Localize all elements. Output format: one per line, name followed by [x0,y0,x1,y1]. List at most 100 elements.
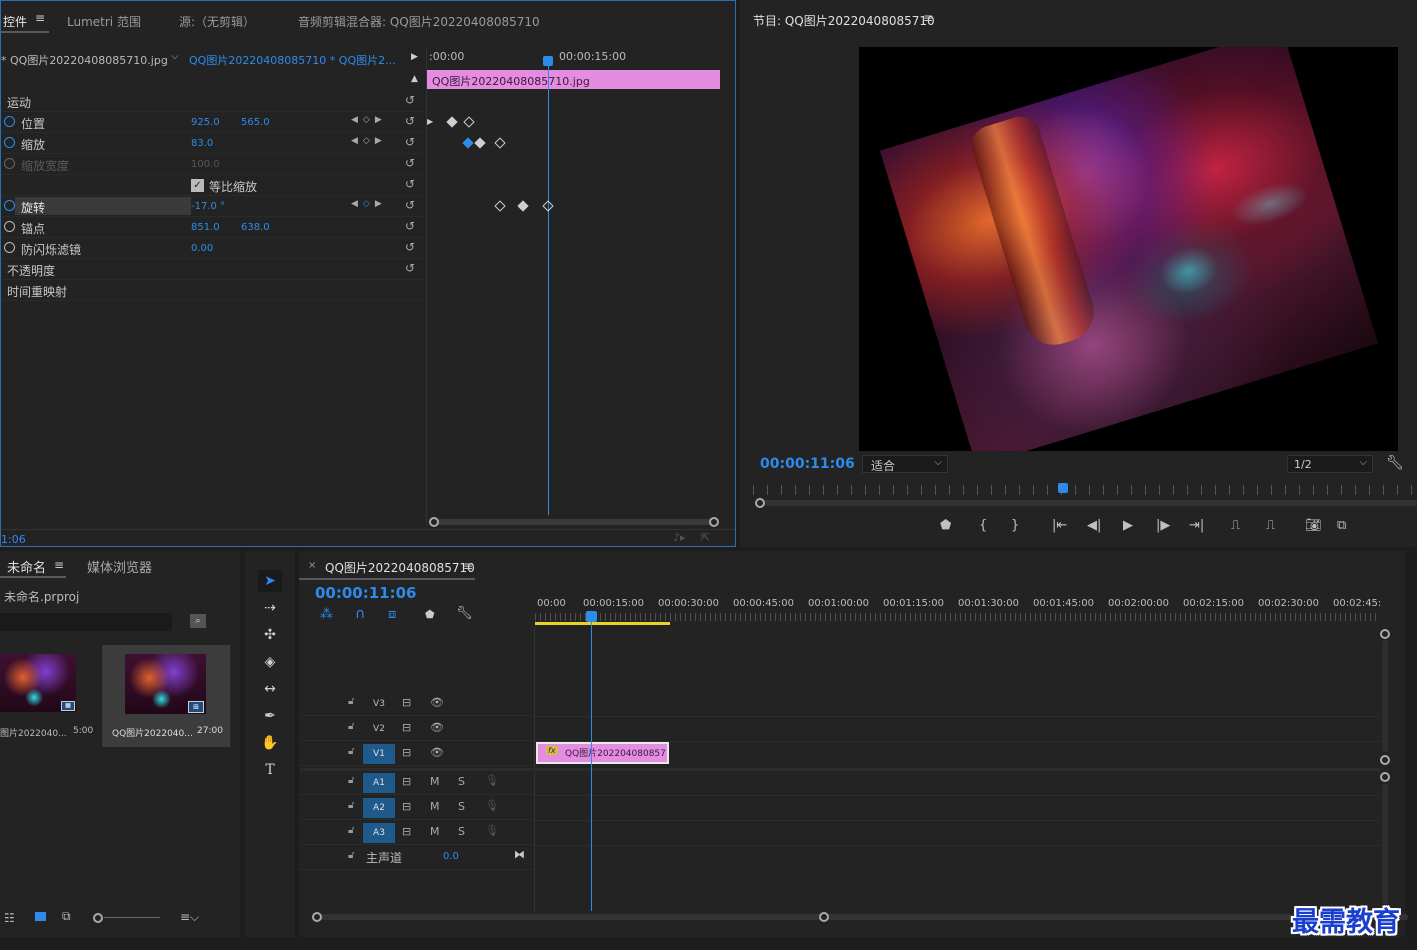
vscroll-mid-handle[interactable] [1380,755,1390,765]
lock-icon[interactable]: 🔓︎ [348,775,354,786]
play-only-icon[interactable]: ▶ [411,52,418,62]
chevron-down-icon[interactable]: ⌵ [171,51,179,62]
linked-selection-icon[interactable]: ⧈ [388,607,396,622]
ripple-edit-tool-icon[interactable]: ✣ [258,624,282,646]
keyframe-nav-icon[interactable]: ◀◇▶ [351,136,387,146]
scroll-handle-right[interactable] [819,912,829,922]
lock-icon[interactable]: 🔓︎ [348,800,354,811]
camera-icon[interactable]: 📷︎ [1305,518,1322,533]
program-timecode[interactable]: 00:00:11:06 [760,456,855,472]
tab-lumetri-scopes[interactable]: Lumetri 范围 [67,13,141,30]
anti-flicker-value[interactable]: 0.00 [191,243,213,254]
extract-icon[interactable]: ⎍ [1266,518,1275,533]
keyframe-nav-icon[interactable]: ◀◇▶ [351,115,387,125]
mark-in-icon[interactable]: { [979,518,987,533]
lock-icon[interactable]: 🔓︎ [348,850,354,861]
collapse-icon[interactable]: ▲ [411,74,418,84]
vscroll-audio-handle[interactable] [1380,772,1390,782]
position-y-value[interactable]: 565.0 [241,117,270,128]
microphone-icon[interactable]: 🎙︎ [485,824,499,837]
add-marker-icon[interactable]: ⬟ [940,518,951,533]
solo-button[interactable]: S [458,825,465,838]
sync-lock-icon[interactable]: ⊟ [402,825,411,838]
timeline-clip[interactable]: fx QQ图片202204080857 [536,742,669,764]
scroll-handle-left[interactable] [755,498,765,508]
scroll-handle-right[interactable] [709,517,719,527]
scroll-handle-left[interactable] [429,517,439,527]
selection-tool-icon[interactable]: ➤ [258,570,282,592]
project-item-1[interactable]: ▦ 图片2022040... 5:00 [0,646,100,746]
lock-icon[interactable]: 🔓︎ [348,746,354,757]
eye-icon[interactable]: 👁︎ [430,721,444,734]
mute-button[interactable]: M [430,800,440,813]
timeline-timecode[interactable]: 00:00:11:06 [315,584,417,602]
track-name[interactable]: A3 [363,823,395,843]
stopwatch-icon[interactable] [4,116,15,127]
program-playhead[interactable] [1058,483,1068,493]
microphone-icon[interactable]: 🎙︎ [485,774,499,787]
wrench-icon[interactable]: 🔧︎ [1386,455,1404,471]
master-volume-value[interactable]: 0.0 [443,851,459,862]
keyframe-icon[interactable] [462,137,474,149]
audio-loop-icon[interactable]: ♪▸ [673,531,686,544]
keyframe-icon[interactable] [517,200,529,212]
solo-button[interactable]: S [458,775,465,788]
keyframe-icon[interactable] [474,137,486,149]
tab-project[interactable]: 未命名 [7,557,46,576]
scroll-handle-left[interactable] [312,912,322,922]
reset-icon[interactable]: ↺ [405,261,415,275]
work-area-bar[interactable] [535,622,670,625]
program-monitor-title[interactable]: 节目: QQ图片20220408085710 [753,12,935,29]
sync-lock-icon[interactable]: ⊟ [402,775,411,788]
microphone-icon[interactable]: 🎙︎ [485,799,499,812]
track-name[interactable]: A2 [363,798,395,818]
play-icon[interactable]: ▶ [1123,518,1133,533]
lift-icon[interactable]: ⎍ [1231,518,1240,533]
timeline-playhead-handle[interactable] [586,611,597,622]
timeline-title[interactable]: QQ图片20220408085710 [325,559,475,576]
stopwatch-icon[interactable] [4,200,15,211]
slip-tool-icon[interactable]: ↔ [258,678,282,700]
stopwatch-icon[interactable] [4,242,15,253]
lock-icon[interactable]: 🔓︎ [348,825,354,836]
keyframe-icon[interactable] [494,200,506,212]
reset-icon[interactable]: ↺ [405,114,415,128]
mute-button[interactable]: M [430,775,440,788]
stopwatch-icon[interactable] [4,137,15,148]
track-name[interactable]: V3 [363,694,395,714]
project-item-2[interactable]: ⊞ QQ图片2022040... 27:00 [102,645,230,747]
mute-button[interactable]: M [430,825,440,838]
stopwatch-icon[interactable] [4,221,15,232]
pen-tool-icon[interactable]: ✒ [258,705,282,727]
sync-lock-icon[interactable]: ⊟ [402,800,411,813]
freeform-view-icon[interactable]: ⧉ [62,909,71,924]
go-to-out-icon[interactable]: ⇥| [1189,518,1204,533]
keyframe-icon[interactable] [494,137,506,149]
panel-menu-icon[interactable]: ≡ [35,11,45,25]
rotation-value[interactable]: -17.0 ° [191,201,225,212]
sort-icon[interactable]: ≡⌵ [180,910,199,925]
tab-media-browser[interactable]: 媒体浏览器 [87,557,152,576]
anchor-x-value[interactable]: 851.0 [191,222,220,233]
search-icon[interactable]: ⌕ [190,614,206,628]
eye-icon[interactable]: 👁︎ [430,746,444,759]
step-back-icon[interactable]: ◀| [1087,518,1101,533]
export-icon[interactable]: ⇱ [701,531,710,544]
panel-menu-icon[interactable]: ≡ [54,558,64,572]
timeline-hscroll[interactable] [318,914,1408,920]
eye-icon[interactable]: 👁︎ [430,696,444,709]
panel-menu-icon[interactable]: ≡ [923,11,933,25]
reset-icon[interactable]: ↺ [405,93,415,107]
reset-icon[interactable]: ↺ [405,240,415,254]
track-name[interactable]: A1 [363,773,395,793]
track-name[interactable]: V1 [363,744,395,764]
tab-audio-clip-mixer[interactable]: 音频剪辑混合器: QQ图片20220408085710 [298,13,540,30]
solo-button[interactable]: S [458,800,465,813]
vscroll-track[interactable] [1382,640,1388,752]
razor-tool-icon[interactable]: ◈ [258,651,282,673]
source-clip-label[interactable]: * QQ图片20220408085710.jpg [1,52,168,68]
timeline-ruler-ticks[interactable] [535,613,1380,621]
wrench-icon[interactable]: 🔧︎ [456,606,473,621]
mark-out-icon[interactable]: } [1011,518,1019,533]
snap-icon[interactable]: ∩ [355,606,365,622]
